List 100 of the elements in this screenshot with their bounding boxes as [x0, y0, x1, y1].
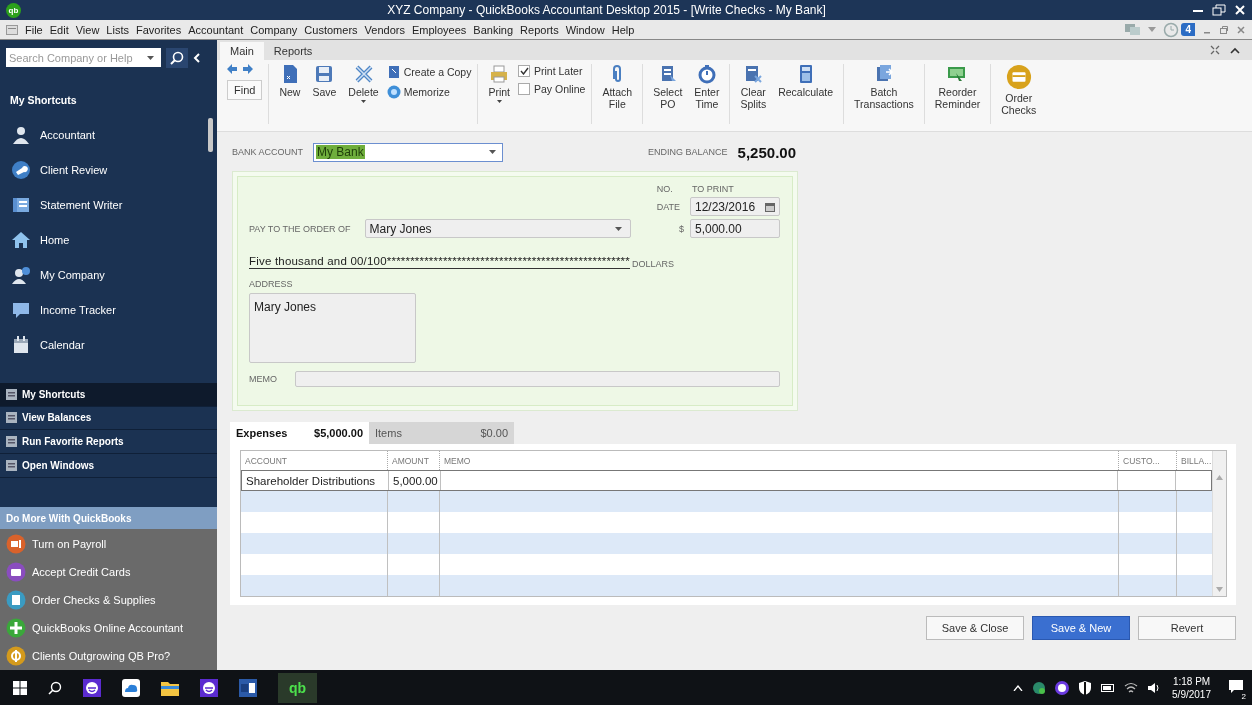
- date-field[interactable]: 12/23/2016: [690, 197, 780, 216]
- sidebar-item[interactable]: Calendar: [0, 327, 217, 363]
- toolbar-button[interactable]: Attach File: [598, 64, 637, 110]
- checkbox[interactable]: [518, 65, 530, 77]
- tab[interactable]: Expenses $5,000.00: [230, 422, 369, 444]
- menu-item[interactable]: Reports: [520, 23, 559, 36]
- menu-item[interactable]: View: [75, 23, 100, 36]
- restore-icon[interactable]: [1212, 4, 1226, 16]
- sidebar-item[interactable]: My Company: [0, 257, 217, 293]
- menu-item[interactable]: Window: [565, 23, 605, 36]
- person-icon: [11, 125, 31, 146]
- toolbar-button[interactable]: Save: [308, 64, 341, 98]
- arrows-icon[interactable]: [227, 64, 253, 74]
- toolbar-button[interactable]: Clear Splits: [736, 64, 771, 110]
- payee-dropdown[interactable]: Mary Jones: [364, 219, 631, 238]
- toolbar-button[interactable]: Order Checks: [997, 64, 1041, 116]
- panel-button[interactable]: My Shortcuts: [0, 382, 217, 407]
- table-cell[interactable]: Shareholder Distributions: [242, 471, 389, 490]
- memo-field[interactable]: [295, 371, 780, 387]
- toolbar-button[interactable]: Recalculate: [774, 64, 837, 98]
- toolbar-button[interactable]: Select PO: [649, 64, 687, 110]
- messenger-icon[interactable]: [200, 678, 218, 697]
- table-cell[interactable]: 5,000.00: [389, 471, 441, 490]
- tab[interactable]: Reports: [263, 42, 323, 60]
- toolbar-button[interactable]: Memorize: [386, 85, 472, 99]
- action-button[interactable]: Save & New: [1032, 616, 1130, 640]
- menu-icon[interactable]: [6, 24, 18, 35]
- check-number: TO PRINT: [691, 184, 735, 194]
- clock-time[interactable]: 1:18 PM: [1172, 674, 1211, 688]
- menu-item[interactable]: Favorites: [136, 23, 182, 36]
- menu-item[interactable]: Vendors: [364, 23, 405, 36]
- expand-icon[interactable]: [1210, 45, 1220, 55]
- shield-icon[interactable]: [1078, 680, 1093, 695]
- sidebar-item[interactable]: Income Tracker: [0, 292, 217, 328]
- calendar-icon[interactable]: [765, 201, 775, 212]
- sidebar-item[interactable]: Home: [0, 222, 217, 258]
- column-header[interactable]: CUSTO...: [1119, 451, 1177, 470]
- printer-icon: [6, 589, 26, 610]
- toolbar-button[interactable]: Batch Transactions: [850, 64, 918, 110]
- toolbar-button[interactable]: New: [275, 64, 305, 98]
- windows-icon[interactable]: [13, 680, 27, 695]
- battery-icon[interactable]: [1101, 682, 1116, 693]
- action-button[interactable]: Save & Close: [926, 616, 1024, 640]
- column-header[interactable]: BILLA...: [1177, 451, 1212, 470]
- document-icon[interactable]: [239, 678, 257, 697]
- folder-icon[interactable]: [161, 679, 179, 696]
- menu-item[interactable]: File: [25, 23, 43, 36]
- card-icon: [1005, 64, 1032, 90]
- clock-date[interactable]: 5/9/2017: [1172, 687, 1211, 701]
- toolbar-button[interactable]: Delete: [344, 64, 383, 103]
- caret-icon[interactable]: [147, 55, 154, 60]
- tab[interactable]: Items $0.00: [369, 422, 514, 444]
- search-button[interactable]: [166, 47, 188, 68]
- menu-item[interactable]: Banking: [473, 23, 514, 36]
- volume-icon[interactable]: [1147, 681, 1162, 694]
- sidebar-item[interactable]: Accountant: [0, 117, 217, 153]
- toolbar-button[interactable]: Reorder Reminder: [930, 64, 985, 110]
- messenger-icon[interactable]: [83, 678, 101, 697]
- promo-link[interactable]: Clients Outgrowing QB Pro?: [0, 641, 217, 670]
- column-header[interactable]: MEMO: [440, 451, 1119, 470]
- promo-link[interactable]: Accept Credit Cards: [0, 557, 217, 586]
- money-icon: [947, 64, 968, 84]
- menu-item[interactable]: Accountant: [188, 23, 244, 36]
- toolbar-button[interactable]: Enter Time: [690, 64, 724, 110]
- menu-item[interactable]: Employees: [411, 23, 467, 36]
- bank-account-dropdown[interactable]: My Bank: [313, 142, 503, 162]
- field-label: NO.: [656, 184, 674, 194]
- wifi-icon[interactable]: [1124, 681, 1139, 694]
- column-header[interactable]: ACCOUNT: [241, 451, 388, 470]
- notification-icon[interactable]: [1228, 678, 1244, 695]
- action-button[interactable]: Revert: [1138, 616, 1236, 640]
- caret-icon[interactable]: [1013, 684, 1024, 691]
- messenger-icon[interactable]: [1055, 680, 1070, 695]
- toolbar-button[interactable]: Create a Copy: [386, 65, 472, 79]
- menu-item[interactable]: Customers: [304, 23, 358, 36]
- scrollbar[interactable]: [208, 117, 213, 152]
- find-button[interactable]: Find: [227, 80, 263, 100]
- toolbar-button[interactable]: Print: [484, 64, 514, 103]
- address-field[interactable]: Mary Jones: [249, 293, 416, 363]
- collapse-icon[interactable]: [1230, 46, 1240, 54]
- promo-link[interactable]: Order Checks & Supplies: [0, 585, 217, 614]
- promo-link[interactable]: QuickBooks Online Accountant: [0, 613, 217, 642]
- promo-link[interactable]: Turn on Payroll: [0, 529, 217, 558]
- amount-field[interactable]: 5,000.00: [690, 219, 780, 238]
- menu-item[interactable]: Edit: [49, 23, 69, 36]
- cloud-icon[interactable]: [122, 678, 140, 697]
- search-field[interactable]: Search Company or Help: [6, 48, 161, 68]
- menu-item[interactable]: Company: [250, 23, 298, 36]
- search-icon[interactable]: [48, 680, 62, 695]
- menu-item[interactable]: Help: [611, 23, 635, 36]
- app-button[interactable]: qb: [278, 672, 318, 703]
- tab[interactable]: Main: [220, 42, 264, 60]
- sidebar-item[interactable]: Statement Writer: [0, 187, 217, 223]
- column-header[interactable]: AMOUNT: [388, 451, 440, 470]
- sidebar-item[interactable]: Client Review: [0, 152, 217, 188]
- calendar-icon: [11, 335, 31, 356]
- menu-item[interactable]: Lists: [106, 23, 129, 36]
- caret-icon: [361, 100, 367, 103]
- field-label: DATE: [656, 201, 680, 212]
- checkbox[interactable]: [518, 83, 530, 95]
